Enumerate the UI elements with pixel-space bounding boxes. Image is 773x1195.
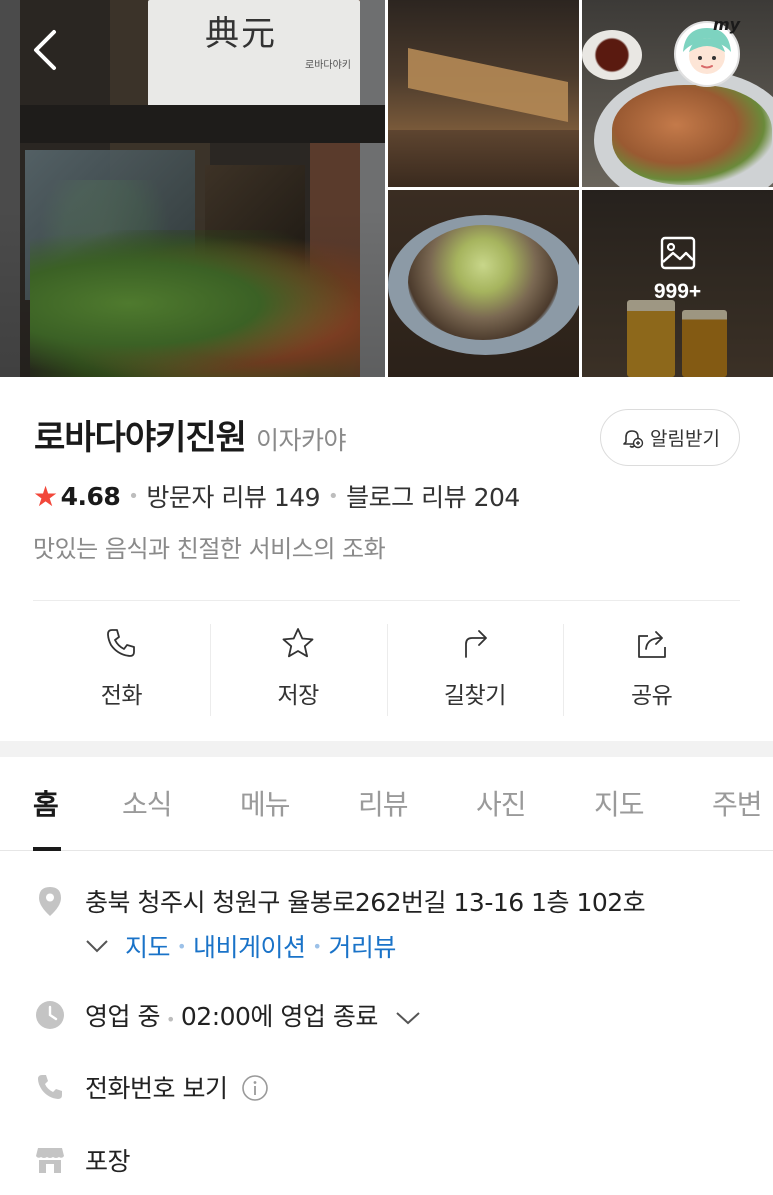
rating-row: ★ 4.68 • 방문자 리뷰 149 • 블로그 리뷰 204 (33, 478, 520, 514)
phone-icon (107, 629, 136, 657)
share-icon (637, 631, 666, 658)
svg-text:my: my (713, 15, 741, 34)
photo-interior[interactable] (388, 0, 579, 187)
more-photos-count: 999+ (653, 280, 702, 303)
more-photos[interactable]: 999+ (582, 236, 773, 304)
address-text: 충북 청주시 청원구 율봉로262번길 13-16 1층 102호 (85, 888, 646, 917)
directions-button[interactable]: 길찾기 (386, 624, 564, 716)
service-row: 포장 (35, 1145, 131, 1176)
alarm-label: 알림받기 (650, 428, 720, 450)
chevron-down-icon[interactable] (85, 939, 109, 953)
star-rating-icon: ★ (33, 479, 58, 513)
call-label: 전화 (100, 683, 143, 709)
share-label: 공유 (630, 683, 673, 709)
place-description: 맛있는 음식과 친절한 서비스의 조화 (33, 535, 386, 563)
hours-row[interactable]: 영업 중 • 02:00에 영업 종료 (35, 1000, 420, 1031)
place-name: 로바다야키진원 (34, 418, 247, 458)
rating-value: 4.68 (60, 481, 121, 511)
my-profile-avatar[interactable]: my (669, 12, 745, 88)
divider (33, 600, 740, 601)
separator-dot: • (128, 485, 139, 507)
place-title-row: 로바다야키진원 이자카야 (34, 410, 346, 459)
tab-home[interactable]: 홈 (33, 783, 59, 823)
alarm-button[interactable]: 알림받기 (600, 409, 740, 466)
tab-news[interactable]: 소식 (122, 783, 173, 823)
visitor-reviews-link[interactable]: 방문자 리뷰 149 (146, 478, 320, 514)
tab-bar: 홈 소식 메뉴 리뷰 사진 지도 주변 (0, 757, 773, 851)
tab-map[interactable]: 지도 (594, 783, 645, 823)
separator-dot: • (312, 936, 322, 956)
blog-reviews-link[interactable]: 블로그 리뷰 204 (346, 478, 520, 514)
phone-label: 전화번호 보기 (85, 1074, 228, 1103)
back-icon[interactable] (28, 26, 64, 74)
star-icon (282, 628, 314, 658)
save-button[interactable]: 저장 (209, 624, 387, 716)
tab-nearby[interactable]: 주변 (712, 783, 763, 823)
hours-detail: 02:00에 영업 종료 (180, 1002, 378, 1031)
phone-row[interactable]: 전화번호 보기 (35, 1072, 268, 1103)
call-button[interactable]: 전화 (33, 624, 210, 716)
address-row: 충북 청주시 청원구 율봉로262번길 13-16 1층 102호 (35, 886, 646, 917)
photo-gallery: 典元 로바다야키 999+ (0, 0, 773, 377)
service-text: 포장 (85, 1147, 131, 1176)
separator-dot: • (177, 936, 186, 956)
clock-icon (35, 1000, 65, 1030)
map-link[interactable]: 지도 (125, 928, 171, 964)
navigation-link[interactable]: 내비게이션 (193, 928, 306, 964)
separator-dot: • (328, 485, 339, 507)
hours-text: 영업 중 • 02:00에 영업 종료 (85, 997, 421, 1033)
hours-status: 영업 중 (85, 1002, 160, 1031)
directions-icon (464, 630, 487, 658)
chevron-down-icon[interactable] (395, 1011, 421, 1025)
store-icon (35, 1145, 65, 1175)
info-icon[interactable] (241, 1074, 269, 1102)
action-bar: 전화 저장 길찾기 공유 (33, 624, 740, 716)
place-category: 이자카야 (255, 426, 347, 455)
photo-dish-fish[interactable] (388, 190, 579, 377)
separator-dot: • (165, 1010, 175, 1029)
share-button[interactable]: 공유 (563, 624, 740, 716)
streetview-link[interactable]: 거리뷰 (328, 928, 396, 964)
phone-text: 전화번호 보기 (85, 1069, 269, 1105)
gallery-icon (660, 236, 695, 270)
bell-plus-icon (623, 429, 644, 448)
address-links: 지도 • 내비게이션 • 거리뷰 (85, 928, 396, 964)
section-divider (0, 741, 773, 757)
directions-label: 길찾기 (443, 683, 506, 709)
active-tab-indicator (33, 847, 61, 851)
tab-reviews[interactable]: 리뷰 (358, 783, 409, 823)
location-pin-icon (35, 886, 65, 916)
phone-icon (35, 1072, 65, 1102)
tab-menu[interactable]: 메뉴 (240, 783, 291, 823)
save-label: 저장 (277, 683, 319, 709)
tab-photos[interactable]: 사진 (476, 783, 527, 823)
